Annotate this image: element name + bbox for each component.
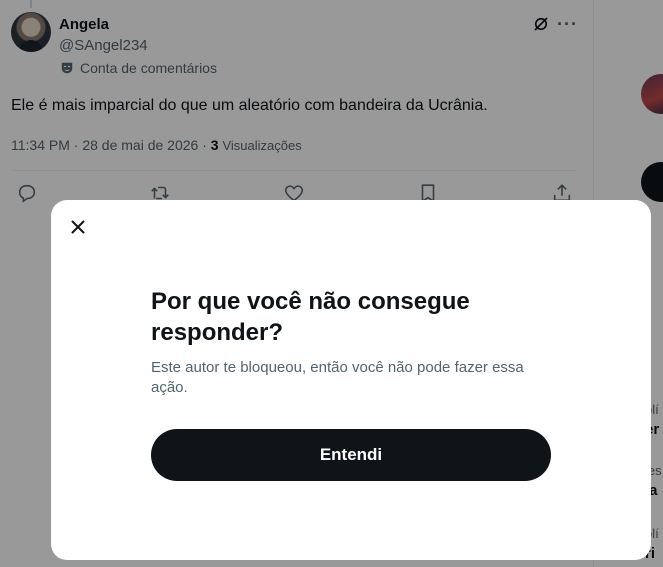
dialog-message: Este autor te bloqueou, então você não p… xyxy=(151,359,524,396)
close-icon xyxy=(71,220,85,234)
got-it-button[interactable]: Entendi xyxy=(151,429,551,481)
dialog-title: Por que você não consegue responder? xyxy=(151,288,470,346)
close-button[interactable] xyxy=(63,212,93,242)
blocked-reply-dialog: Por que você não consegue responder? Est… xyxy=(51,200,651,560)
